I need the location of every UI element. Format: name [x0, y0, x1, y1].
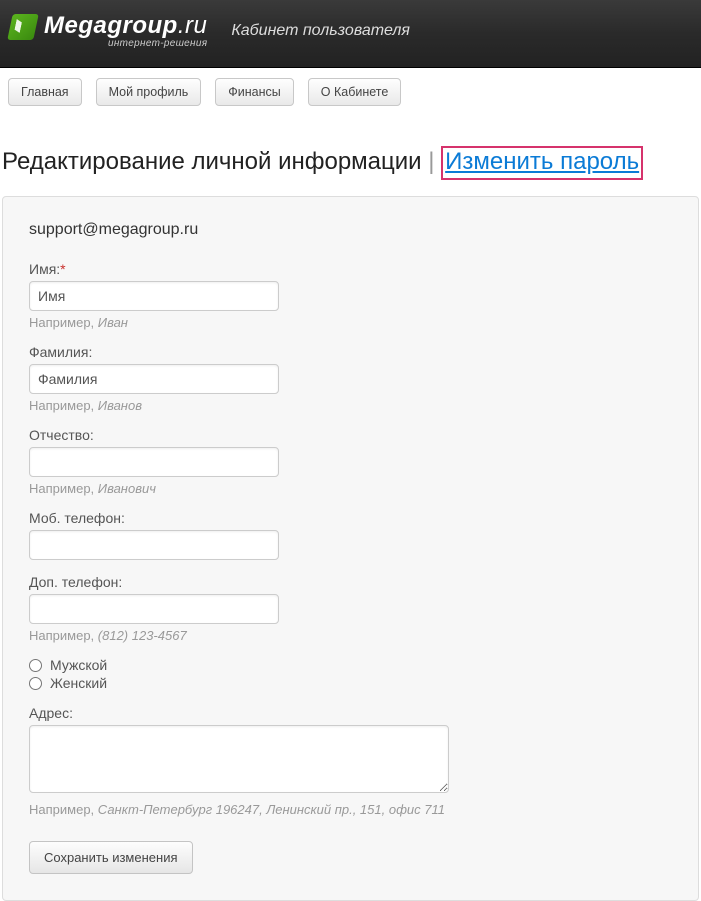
logo-main: Megagroup	[44, 12, 178, 39]
nav: Главная Мой профиль Финансы О Кабинете	[0, 68, 701, 116]
address-textarea[interactable]	[29, 725, 449, 793]
field-phone: Доп. телефон: Например, (812) 123-4567	[29, 574, 672, 643]
hint-surname: Например, Иванов	[29, 398, 672, 413]
field-mobile: Моб. телефон:	[29, 510, 672, 560]
logo-domain: .ru	[178, 12, 208, 39]
hint-address: Например, Санкт-Петербург 196247, Ленинс…	[29, 802, 672, 817]
label-name: Имя:*	[29, 261, 672, 277]
logo[interactable]: Megagroup.ru интернет-решения	[10, 12, 207, 49]
megagroup-logo-icon	[7, 14, 39, 40]
nav-finance-button[interactable]: Финансы	[215, 78, 293, 106]
label-address: Адрес:	[29, 705, 672, 721]
nav-main-button[interactable]: Главная	[8, 78, 82, 106]
name-input[interactable]	[29, 281, 279, 311]
header-title: Кабинет пользователя	[231, 22, 410, 40]
change-password-link[interactable]: Изменить пароль	[445, 148, 639, 175]
hint-patronymic: Например, Иванович	[29, 481, 672, 496]
field-name: Имя:* Например, Иван	[29, 261, 672, 330]
label-patronymic: Отчество:	[29, 427, 672, 443]
hint-phone: Например, (812) 123-4567	[29, 628, 672, 643]
field-patronymic: Отчество: Например, Иванович	[29, 427, 672, 496]
label-surname: Фамилия:	[29, 344, 672, 360]
label-mobile: Моб. телефон:	[29, 510, 672, 526]
form-panel: support@megagroup.ru Имя:* Например, Ива…	[2, 196, 699, 901]
phone-input[interactable]	[29, 594, 279, 624]
page-title: Редактирование личной информации | Измен…	[0, 116, 701, 190]
save-button[interactable]: Сохранить изменения	[29, 841, 193, 874]
page-title-sep: |	[422, 148, 442, 175]
header: Megagroup.ru интернет-решения Кабинет по…	[0, 0, 701, 68]
patronymic-input[interactable]	[29, 447, 279, 477]
page-title-main: Редактирование личной информации	[2, 148, 422, 175]
mobile-input[interactable]	[29, 530, 279, 560]
account-email: support@megagroup.ru	[29, 221, 672, 239]
field-address: Адрес: Например, Санкт-Петербург 196247,…	[29, 705, 672, 817]
change-password-highlight: Изменить пароль	[441, 146, 643, 180]
required-mark: *	[60, 261, 65, 277]
surname-input[interactable]	[29, 364, 279, 394]
field-gender: Мужской Женский	[29, 657, 672, 691]
radio-male[interactable]	[29, 659, 42, 672]
nav-profile-button[interactable]: Мой профиль	[96, 78, 202, 106]
radio-male-label[interactable]: Мужской	[29, 657, 672, 673]
radio-female[interactable]	[29, 677, 42, 690]
field-surname: Фамилия: Например, Иванов	[29, 344, 672, 413]
hint-name: Например, Иван	[29, 315, 672, 330]
logo-text: Megagroup.ru	[44, 12, 207, 40]
label-phone: Доп. телефон:	[29, 574, 672, 590]
radio-female-label[interactable]: Женский	[29, 675, 672, 691]
nav-about-button[interactable]: О Кабинете	[308, 78, 402, 106]
